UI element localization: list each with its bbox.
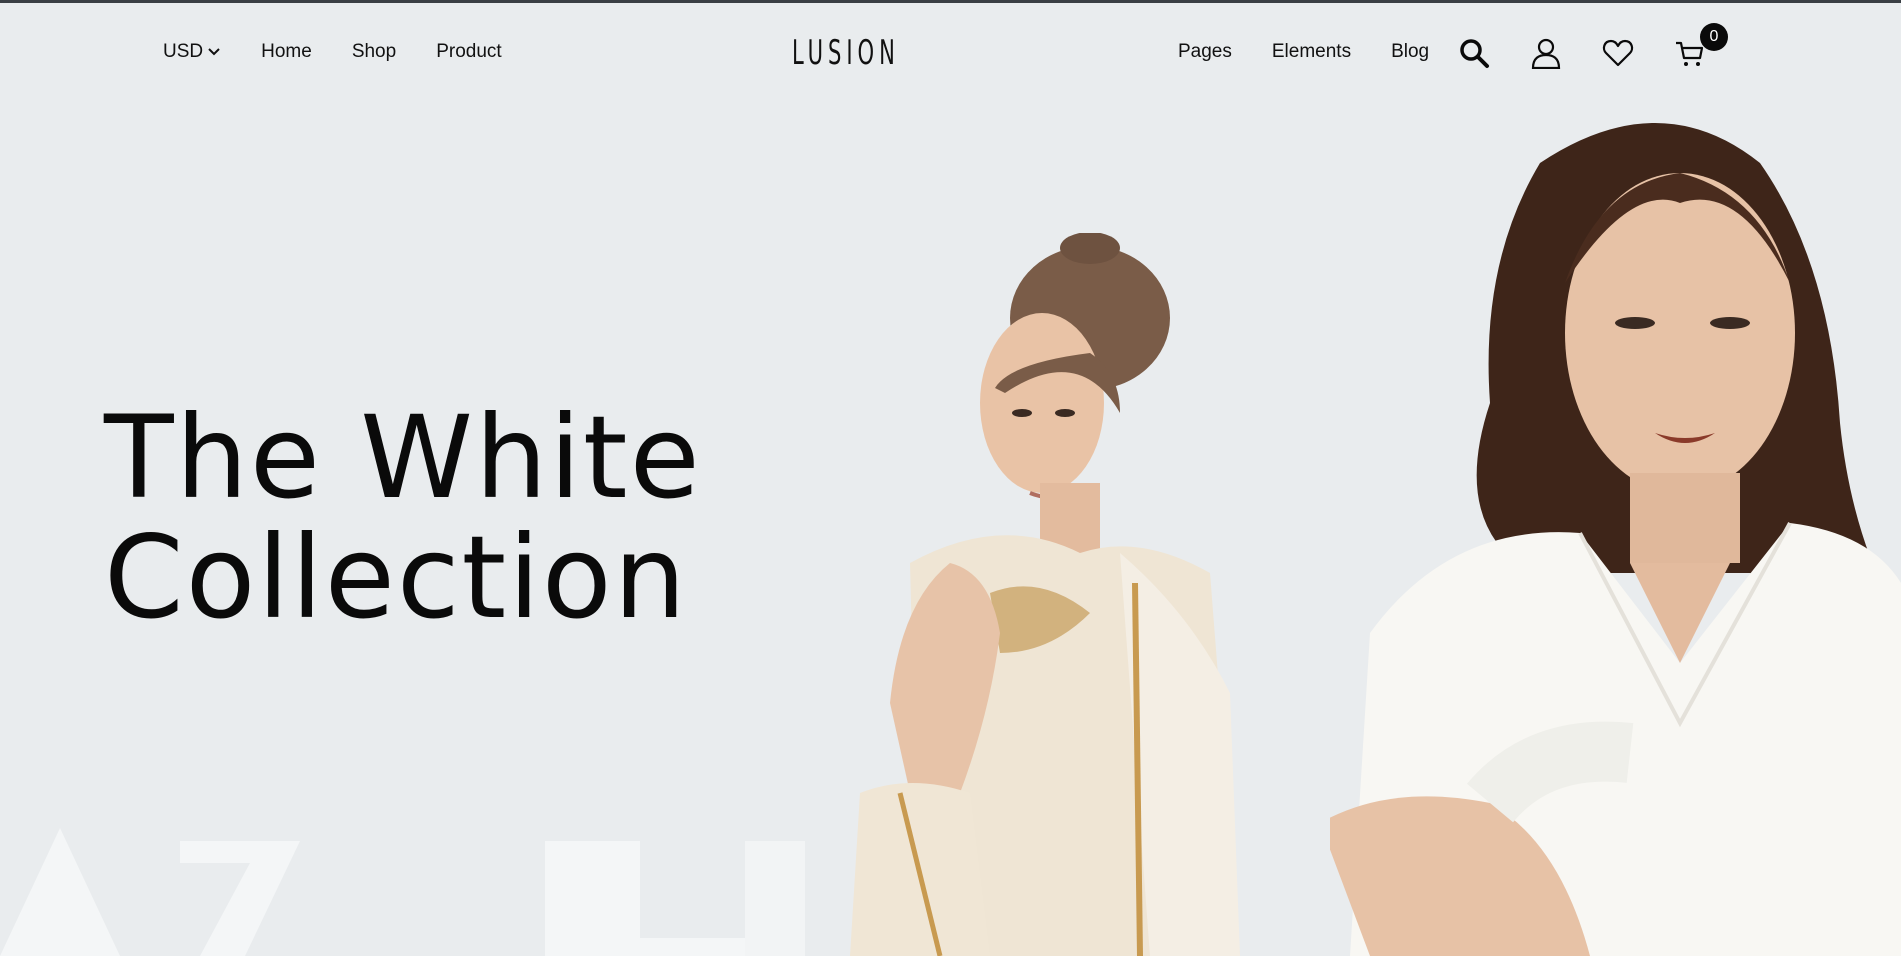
header-icons: 0 (1458, 23, 1728, 69)
hero-title-line2: Collection (104, 511, 688, 644)
nav-home-link[interactable]: Home (261, 41, 312, 63)
currency-label: USD (163, 41, 204, 62)
hero-title-line1: The White (104, 391, 702, 524)
nav-left: USD Home Shop Product (163, 41, 502, 63)
chevron-down-icon (208, 48, 220, 56)
nav-right: Pages Elements Blog (1178, 41, 1429, 63)
nav-pages-link[interactable]: Pages (1178, 41, 1232, 63)
nav-elements-link[interactable]: Elements (1272, 41, 1351, 63)
site-logo[interactable]: LUSION (792, 33, 895, 73)
cart-count-badge: 0 (1700, 23, 1728, 51)
model-image-right (1330, 123, 1901, 956)
model-image-left (850, 233, 1240, 956)
cart-button[interactable]: 0 (1674, 23, 1728, 69)
site-header: USD Home Shop Product LUSION Pages Eleme… (0, 3, 1901, 108)
nav-blog-link[interactable]: Blog (1391, 41, 1429, 63)
hero-title: The White Collection (104, 398, 702, 638)
search-icon[interactable] (1458, 37, 1490, 69)
heart-icon[interactable] (1602, 37, 1634, 69)
nav-shop-link[interactable]: Shop (352, 41, 396, 63)
nav-product-link[interactable]: Product (436, 41, 501, 63)
currency-selector[interactable]: USD (163, 41, 221, 63)
user-icon[interactable] (1530, 37, 1562, 69)
